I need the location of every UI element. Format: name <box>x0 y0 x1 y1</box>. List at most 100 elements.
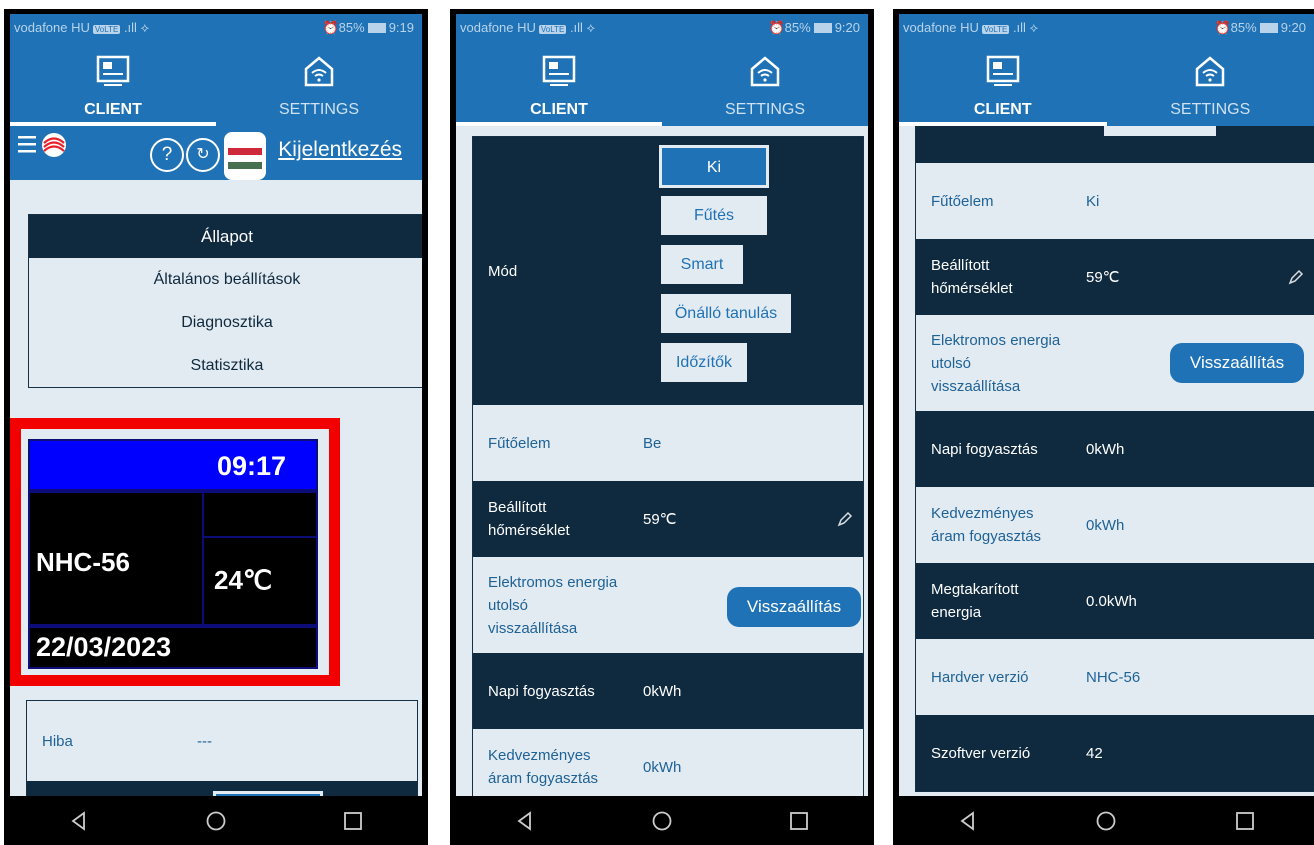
menu-item-diagnostics[interactable]: Diagnosztika <box>29 301 422 344</box>
home-wifi-icon <box>1196 56 1225 87</box>
recents-icon[interactable] <box>788 810 810 832</box>
daily-value: 0kWh <box>643 682 682 700</box>
tab-settings[interactable]: SETTINGS <box>1107 41 1314 126</box>
tab-client[interactable]: CLIENT <box>456 41 662 126</box>
back-icon[interactable] <box>68 810 90 832</box>
reset-button[interactable]: Visszaállítás <box>1170 343 1304 383</box>
status-table: Mód Ki Fűtés Smart Önálló tanulás Időzít… <box>472 136 864 796</box>
recents-icon[interactable] <box>342 810 364 832</box>
display-date-bar: 22/03/2023 <box>28 626 318 669</box>
system-nav-bar <box>899 796 1314 845</box>
reset-button[interactable]: Visszaállítás <box>727 587 861 627</box>
tab-settings-label: SETTINGS <box>278 101 359 118</box>
back-icon[interactable] <box>957 810 979 832</box>
table-row-mode: Mód Ki Fűtés Smart Önálló tanulás Időzít… <box>473 137 863 405</box>
table-row-discount: Kedvezményes áram fogyasztás 0kWh <box>473 729 863 796</box>
display-divider-h <box>202 536 318 538</box>
status-menu: Állapot Általános beállítások Diagnoszti… <box>28 214 422 388</box>
display-time-bar: 09:17 <box>28 439 318 491</box>
menu-item-general[interactable]: Általános beállítások <box>29 258 422 301</box>
system-nav-bar <box>10 796 422 845</box>
tab-client-label: CLIENT <box>973 101 1032 118</box>
status-bar: vodafone HU VoLTE .ıll ⟡ ⏰85% 9:19 <box>10 14 422 41</box>
table-row-daily: Napi fogyasztás 0kWh <box>916 411 1314 487</box>
mode-button-timers[interactable]: Időzítők <box>1102 126 1218 138</box>
daily-label: Napi fogyasztás <box>931 440 1038 458</box>
phone-3: vodafone HU VoLTE .ıll ⟡ ⏰85% 9:20 CLIENT … <box>893 9 1314 845</box>
battery-percent: 85% <box>784 19 811 35</box>
screen-1: vodafone HU VoLTE .ıll ⟡ ⏰85% 9:19 CLIENT … <box>10 14 422 845</box>
daily-value: 0kWh <box>1086 440 1125 458</box>
mode-button-heating[interactable]: Fűtés <box>659 194 769 237</box>
tab-settings[interactable]: SETTINGS <box>216 41 422 126</box>
status-table: Időzítők Fűtőelem Ki Beállított hőmérsék… <box>915 126 1314 792</box>
discount-label: Kedvezményes áram fogyasztás <box>931 505 1042 545</box>
mode-button-timers[interactable]: Időzítők <box>659 341 749 384</box>
device-display: 09:17 NHC-56 24℃ 22/03/2023 <box>28 439 318 669</box>
error-label: Hiba <box>42 732 73 750</box>
home-icon[interactable] <box>205 810 227 832</box>
table-row-heater: Fűtőelem Be <box>473 405 863 481</box>
display-divider <box>202 491 204 626</box>
tab-settings-label: SETTINGS <box>1170 101 1251 118</box>
discount-value: 0kWh <box>643 758 682 776</box>
system-nav-bar <box>456 796 868 845</box>
home-icon[interactable] <box>1095 810 1117 832</box>
table-row-saved: Megtakarított energia 0.0kWh <box>916 563 1314 639</box>
table-row-error: Hiba --- <box>27 701 417 781</box>
discount-value: 0kWh <box>1086 516 1125 534</box>
hardware-value: NHC-56 <box>1086 668 1141 686</box>
mode-button-smart[interactable]: Smart <box>659 243 745 286</box>
display-date: 22/03/2023 <box>36 632 172 662</box>
table-row-heater: Fűtőelem Ki <box>916 163 1314 239</box>
client-icon <box>542 55 576 86</box>
mode-button-group: Ki Fűtés Smart Önálló tanulás Időzítők <box>657 143 793 384</box>
status-bar: vodafone HU VoLTE .ıll ⟡ ⏰85% 9:20 <box>899 14 1314 41</box>
phone-1: vodafone HU VoLTE .ıll ⟡ ⏰85% 9:19 CLIENT … <box>4 9 428 845</box>
display-device-name: NHC-56 <box>36 547 130 577</box>
table-row-hardware: Hardver verzió NHC-56 <box>916 639 1314 715</box>
signal-icon: .ıll ⟡ <box>569 19 596 35</box>
table-row-set-temp: Beállított hőmérséklet 59℃ <box>916 239 1314 315</box>
reset-label: Elektromos energia utolsó visszaállítása <box>488 573 618 637</box>
screen-2: vodafone HU VoLTE .ıll ⟡ ⏰85% 9:20 CLIENT … <box>456 14 868 845</box>
heater-label: Fűtőelem <box>931 192 994 210</box>
signal-icon: .ıll ⟡ <box>1012 19 1039 35</box>
home-icon[interactable] <box>651 810 673 832</box>
back-icon[interactable] <box>514 810 536 832</box>
table-row-software: Szoftver verzió 42 <box>916 715 1314 791</box>
tab-client-label: CLIENT <box>84 101 142 118</box>
volte-icon: VoLTE <box>92 24 121 34</box>
saved-value: 0.0kWh <box>1086 592 1137 610</box>
logout-link[interactable]: Kijelentkezés <box>278 138 402 162</box>
refresh-button[interactable]: ↻ <box>186 138 220 172</box>
content-area: ? ↻ Kijelentkezés Állapot Általános beál… <box>10 126 422 796</box>
edit-pencil-icon[interactable] <box>837 511 853 527</box>
mode-button-off[interactable]: Ki <box>657 143 771 190</box>
display-temperature: 24℃ <box>214 565 273 595</box>
recents-icon[interactable] <box>1234 810 1256 832</box>
tab-settings[interactable]: SETTINGS <box>662 41 868 126</box>
table-row-set-temp: Beállított hőmérséklet 59℃ <box>473 481 863 557</box>
software-value: 42 <box>1086 744 1103 762</box>
carrier-label: vodafone HU <box>14 19 90 35</box>
menu-item-status[interactable]: Állapot <box>29 215 422 258</box>
tab-bar: CLIENT SETTINGS <box>10 41 422 126</box>
content-area: Időzítők Fűtőelem Ki Beállított hőmérsék… <box>899 126 1314 796</box>
table-row-discount: Kedvezményes áram fogyasztás 0kWh <box>916 487 1314 563</box>
heater-value: Ki <box>1086 192 1100 210</box>
battery-icon <box>1259 23 1278 34</box>
tab-client[interactable]: CLIENT <box>899 41 1107 126</box>
tab-client[interactable]: CLIENT <box>10 41 216 126</box>
reset-label: Elektromos energia utolsó visszaállítása <box>931 331 1061 395</box>
help-button[interactable]: ? <box>150 138 184 172</box>
mode-button-self-learning[interactable]: Önálló tanulás <box>659 292 793 335</box>
table-row-daily: Napi fogyasztás 0kWh <box>473 653 863 729</box>
menu-item-statistics[interactable]: Statisztika <box>29 344 422 387</box>
mode-label: Mód <box>488 262 518 280</box>
battery-percent: 85% <box>1230 19 1257 35</box>
hungarian-flag-icon[interactable] <box>224 132 266 180</box>
table-row-reset: Elektromos energia utolsó visszaállítása… <box>916 315 1314 411</box>
edit-pencil-icon[interactable] <box>1288 269 1304 285</box>
client-icon <box>96 55 130 86</box>
